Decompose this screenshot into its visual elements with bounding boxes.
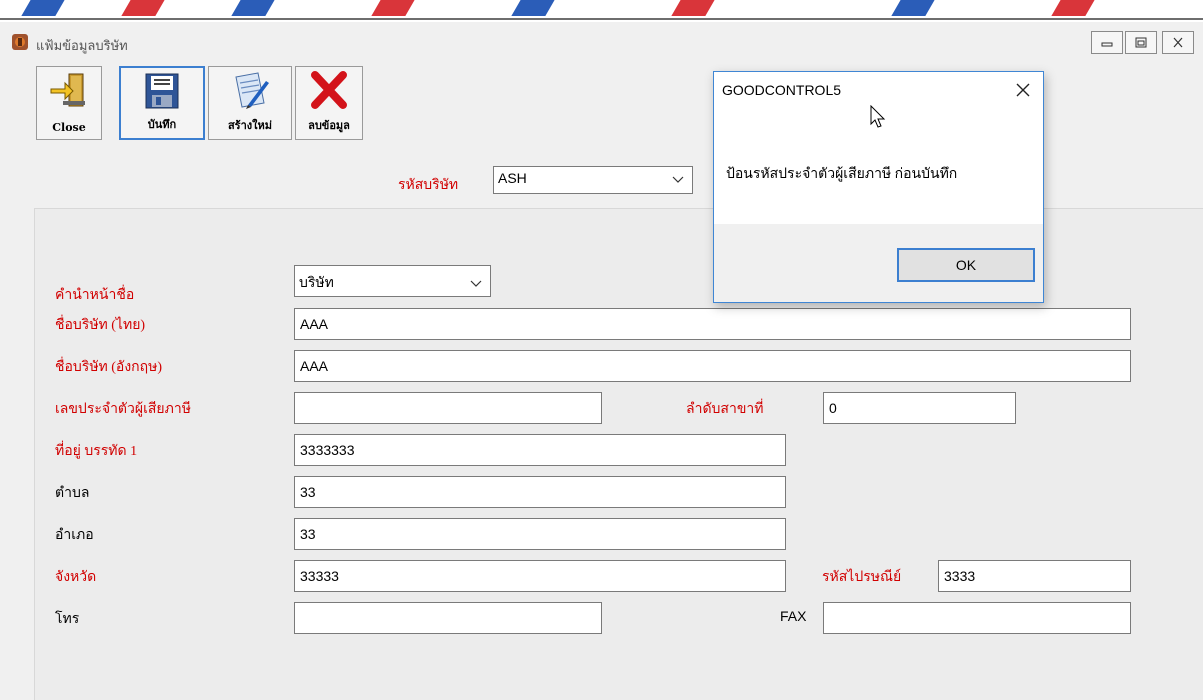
minimize-icon — [1101, 42, 1113, 47]
chevron-down-icon — [470, 280, 482, 287]
new-document-icon — [235, 72, 269, 109]
dialog-title: GOODCONTROL5 — [722, 82, 842, 98]
chevron-down-icon — [672, 176, 684, 183]
maximize-button[interactable] — [1125, 31, 1157, 54]
postcode-label: รหัสไปรษณีย์ — [822, 570, 902, 585]
close-window-icon — [1173, 37, 1183, 48]
exit-door-icon — [50, 73, 85, 107]
district-label: อำเภอ — [55, 528, 94, 543]
prefix-value: บริษัท — [299, 276, 334, 291]
subdistrict-field[interactable]: 33 — [294, 476, 786, 508]
company-code-value: ASH — [498, 170, 527, 186]
prefix-combo[interactable]: บริษัท — [294, 265, 491, 297]
dialog-message: ป้อนรหัสประจำตัวผู้เสียภาษี ก่อนบันทึก — [726, 167, 958, 182]
prefix-label: คำนำหน้าชื่อ — [55, 288, 135, 303]
close-window-button[interactable] — [1162, 31, 1194, 54]
close-button-label: Close — [52, 121, 86, 134]
title-bar: แฟ้มข้อมูลบริษัท — [0, 22, 1203, 66]
delete-x-icon — [311, 71, 347, 109]
branch-number-field[interactable]: 0 — [823, 392, 1016, 424]
branch-number-value: 0 — [829, 400, 837, 416]
save-button[interactable]: บันทึก — [119, 66, 205, 140]
province-field[interactable]: 33333 — [294, 560, 786, 592]
address-line1-value: 3333333 — [300, 442, 355, 458]
phone-field[interactable] — [294, 602, 602, 634]
district-field[interactable]: 33 — [294, 518, 786, 550]
close-button[interactable]: Close — [36, 66, 102, 140]
subdistrict-label: ตำบล — [55, 486, 90, 501]
address-line1-label: ที่อยู่ บรรทัด 1 — [55, 444, 138, 459]
dialog-footer: OK — [714, 224, 1043, 302]
minimize-button[interactable] — [1091, 31, 1123, 54]
tax-id-field[interactable] — [294, 392, 602, 424]
company-code-label: รหัสบริษัท — [398, 178, 459, 193]
save-button-label: บันทึก — [147, 118, 177, 131]
app-icon — [12, 34, 28, 50]
maximize-icon — [1135, 37, 1147, 48]
province-value: 33333 — [300, 568, 339, 584]
company-name-th-field[interactable]: AAA — [294, 308, 1131, 340]
postcode-value: 3333 — [944, 568, 976, 584]
ok-button[interactable]: OK — [897, 248, 1035, 282]
window-title: แฟ้มข้อมูลบริษัท — [36, 39, 128, 54]
new-button[interactable]: สร้างใหม่ — [208, 66, 292, 140]
district-value: 33 — [300, 526, 316, 542]
branch-number-label: ลำดับสาขาที่ — [686, 402, 764, 417]
fax-field[interactable] — [823, 602, 1131, 634]
fax-label: FAX — [780, 608, 807, 624]
company-name-en-field[interactable]: AAA — [294, 350, 1131, 382]
dialog-close-button[interactable] — [1013, 80, 1033, 100]
subdistrict-value: 33 — [300, 484, 316, 500]
province-label: จังหวัด — [55, 570, 97, 585]
tax-id-label: เลขประจำตัวผู้เสียภาษี — [55, 402, 191, 417]
company-name-th-label: ชื่อบริษัท (ไทย) — [55, 318, 146, 333]
company-code-combo[interactable]: ASH — [493, 166, 693, 194]
delete-button-label: ลบข้อมูล — [308, 119, 350, 132]
floppy-disk-icon — [145, 73, 179, 109]
company-name-th-value: AAA — [300, 316, 329, 332]
new-button-label: สร้างใหม่ — [227, 119, 273, 132]
address-line1-field[interactable]: 3333333 — [294, 434, 786, 466]
delete-button[interactable]: ลบข้อมูล — [295, 66, 363, 140]
top-decorative-strip — [0, 0, 1203, 20]
mouse-cursor-icon — [870, 105, 886, 128]
postcode-field[interactable]: 3333 — [938, 560, 1131, 592]
company-name-en-value: AAA — [300, 358, 329, 374]
dialog-close-icon — [1016, 83, 1030, 97]
company-name-en-label: ชื่อบริษัท (อังกฤษ) — [55, 360, 163, 375]
phone-label: โทร — [55, 612, 80, 627]
